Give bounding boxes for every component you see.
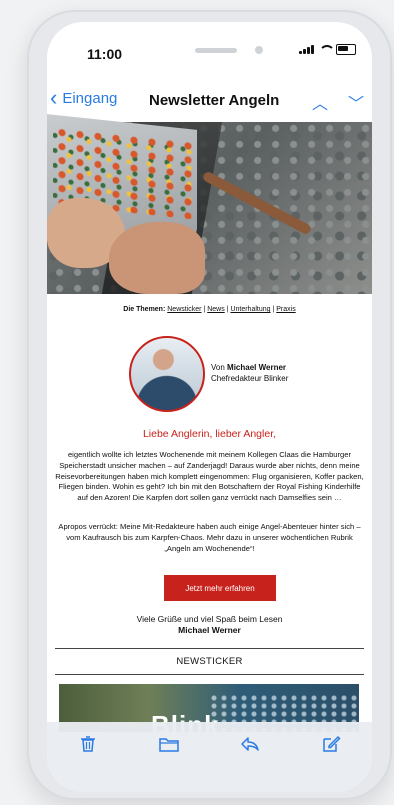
notch-camera [255, 46, 263, 54]
folder-icon[interactable] [154, 734, 184, 759]
greeting: Liebe Anglerin, lieber Angler, [142, 428, 277, 440]
paragraph-1: eigentlich wollte ich letztes Wochenende… [55, 450, 364, 503]
chevron-up-icon[interactable]: ︿ [312, 90, 328, 114]
trash-icon[interactable] [73, 734, 103, 759]
status-bar: 11:00 [47, 22, 372, 64]
chevron-left-icon: ‹ [50, 85, 58, 110]
signoff: Viele Grüße und viel Spaß beim Lesen Mic… [47, 614, 372, 636]
back-button[interactable]: ‹ Eingang [50, 85, 118, 110]
phone-screen: 11:00 ‹ Eingang Newsletter Angeln ︿ ﹀ Di… [47, 22, 372, 792]
author-role: Chefredakteur Blinker [211, 374, 289, 383]
status-icons [299, 44, 356, 55]
hand-right [109, 222, 205, 294]
chevron-down-icon[interactable]: ﹀ [348, 90, 364, 114]
divider [55, 648, 364, 649]
fishing-rod [201, 170, 313, 236]
theme-link-unterhaltung[interactable]: Unterhaltung [230, 306, 270, 313]
battery-icon [336, 44, 356, 55]
mail-toolbar [47, 722, 372, 792]
theme-link-news[interactable]: News [207, 306, 225, 313]
compose-icon[interactable] [316, 734, 346, 759]
signal-icon [299, 45, 314, 54]
paragraph-2: Apropos verrückt: Meine Mit-Redakteure h… [58, 522, 361, 553]
mail-title: Newsletter Angeln [149, 92, 280, 109]
signature: Michael Werner [178, 625, 241, 635]
notch-speaker [195, 48, 237, 53]
themes-line: Die Themen: Newsticker | News | Unterhal… [123, 306, 296, 313]
author-text: Von Michael Werner Chefredakteur Blinker [211, 363, 289, 383]
message-navigation: ︿ ﹀ [312, 90, 364, 114]
closing-text: Viele Grüße und viel Spaß beim Lesen [136, 614, 283, 624]
author-name: Michael Werner [227, 363, 287, 372]
theme-link-praxis[interactable]: Praxis [276, 306, 295, 313]
phone-frame: 11:00 ‹ Eingang Newsletter Angeln ︿ ﹀ Di… [27, 10, 392, 800]
reply-icon[interactable] [235, 734, 265, 759]
back-label: Eingang [62, 89, 118, 107]
cta-button[interactable]: Jetzt mehr erfahren [164, 575, 276, 601]
theme-link-newsticker[interactable]: Newsticker [167, 306, 201, 313]
avatar [129, 336, 205, 412]
section-title-newsticker: NEWSTICKER [176, 656, 243, 667]
mail-nav-bar: ‹ Eingang Newsletter Angeln ︿ ﹀ [47, 86, 372, 120]
wifi-icon [318, 44, 335, 55]
author-block: Von Michael Werner Chefredakteur Blinker [129, 336, 339, 416]
hero-image [47, 114, 372, 294]
divider [55, 674, 364, 675]
themes-prefix: Die Themen: [123, 306, 166, 313]
status-time: 11:00 [87, 46, 123, 62]
